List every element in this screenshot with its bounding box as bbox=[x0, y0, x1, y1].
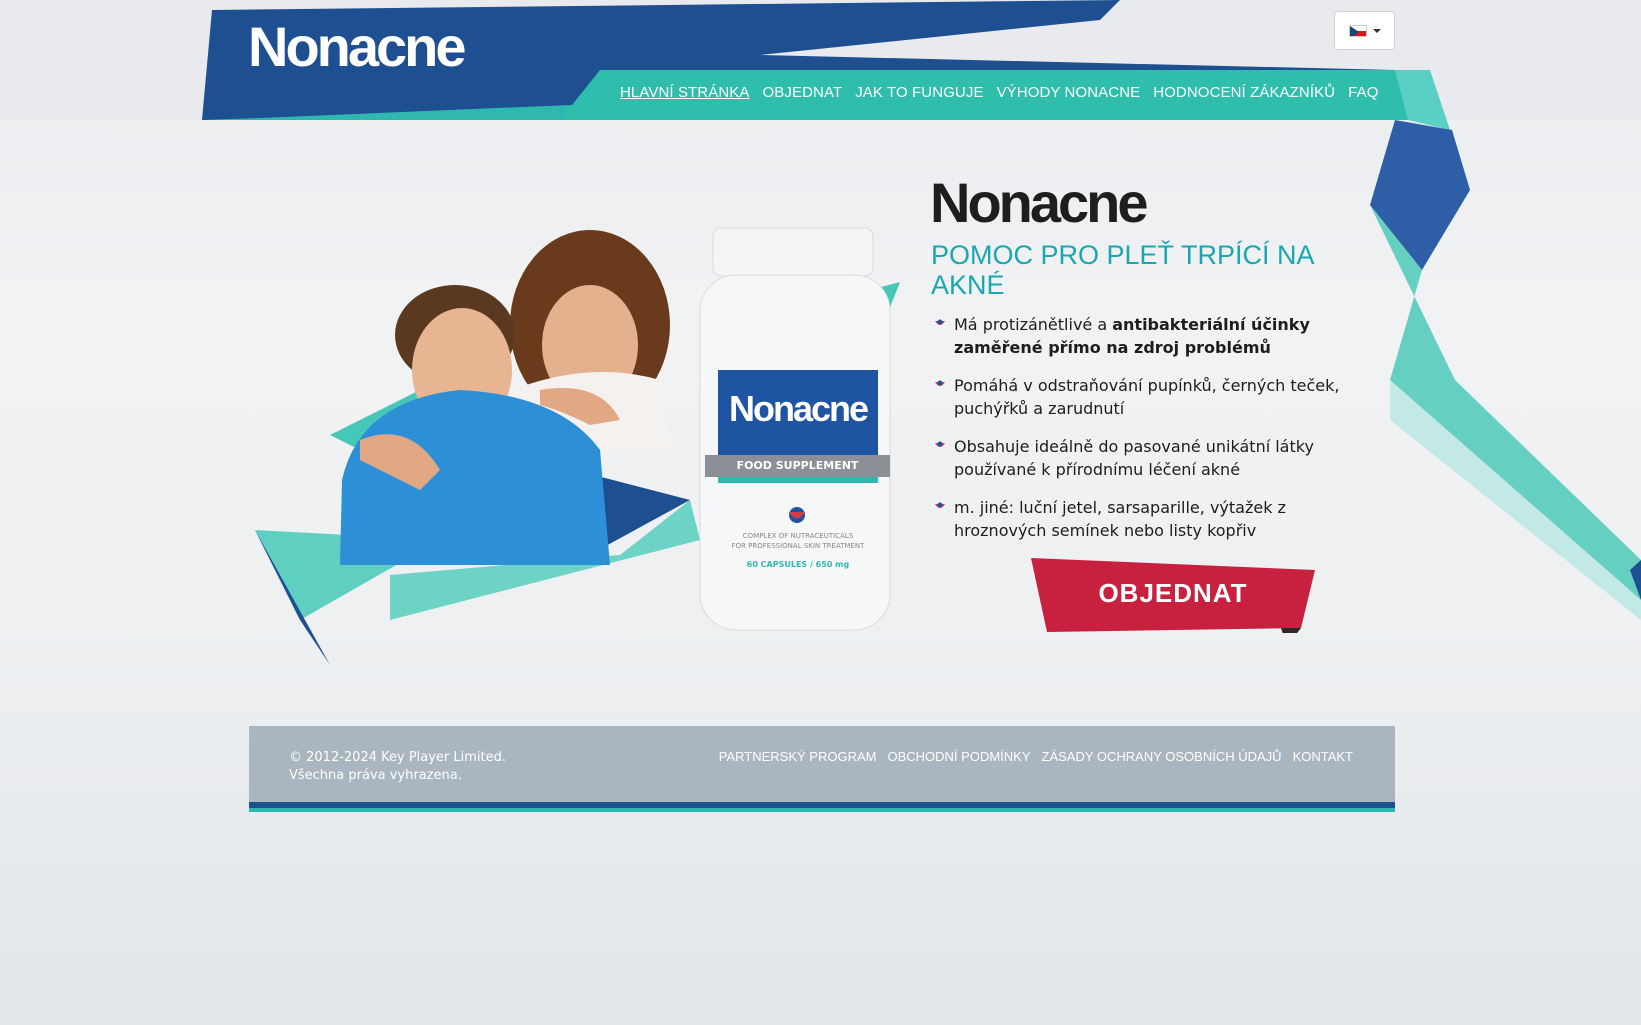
footer-links: PARTNERSKÝ PROGRAM OBCHODNÍ PODMÍNKY ZÁS… bbox=[719, 749, 1353, 764]
bottle-label: Nonacne bbox=[728, 388, 869, 429]
bullet-icon bbox=[935, 502, 945, 508]
feature-text: m. jiné: luční jetel, sarsaparille, výta… bbox=[954, 498, 1286, 540]
site-footer: © 2012-2024 Key Player Limited. Všechna … bbox=[249, 726, 1395, 802]
bullet-icon bbox=[935, 380, 945, 386]
feature-text: Pomáhá v odstraňování pupínků, černých t… bbox=[954, 376, 1340, 418]
list-item: m. jiné: luční jetel, sarsaparille, výta… bbox=[934, 496, 1354, 542]
bottle-desc-2: FOR PROFESSIONAL SKIN TREATMENT bbox=[731, 542, 865, 550]
feature-list: Má protizánětlivé a antibakteriální účin… bbox=[934, 313, 1354, 557]
feature-text: Obsahuje ideálně do pasované unikátní lá… bbox=[954, 437, 1314, 479]
hero-tagline: POMOC PRO PLEŤ TRPÍCÍ NA AKNÉ bbox=[931, 240, 1314, 300]
bottle-band: FOOD SUPPLEMENT bbox=[736, 459, 859, 472]
order-button[interactable]: OBJEDNAT bbox=[1031, 558, 1315, 633]
bottle-desc-1: COMPLEX OF NUTRACEUTICALS bbox=[742, 532, 854, 540]
copyright-line-1: © 2012-2024 Key Player Limited. bbox=[289, 750, 507, 765]
feature-text: Má protizánětlivé a bbox=[954, 315, 1113, 334]
footer-link-partner-program[interactable]: PARTNERSKÝ PROGRAM bbox=[719, 749, 877, 764]
bottle-capsules: 60 CAPSULES / 650 mg bbox=[746, 560, 850, 569]
list-item: Pomáhá v odstraňování pupínků, černých t… bbox=[934, 374, 1354, 420]
list-item: Obsahuje ideálně do pasované unikátní lá… bbox=[934, 435, 1354, 481]
hero-brand-title: Nonacne bbox=[930, 171, 1148, 234]
footer-stripe-teal bbox=[249, 808, 1395, 812]
hero-artwork bbox=[255, 120, 1641, 665]
copyright: © 2012-2024 Key Player Limited. Všechna … bbox=[289, 749, 506, 785]
bullet-icon bbox=[935, 319, 945, 325]
footer-link-privacy[interactable]: ZÁSADY OCHRANY OSOBNÍCH ÚDAJŮ bbox=[1042, 749, 1282, 764]
list-item: Má protizánětlivé a antibakteriální účin… bbox=[934, 313, 1354, 359]
footer-link-contact[interactable]: KONTAKT bbox=[1293, 749, 1353, 764]
bullet-icon bbox=[935, 441, 945, 447]
footer-link-terms[interactable]: OBCHODNÍ PODMÍNKY bbox=[887, 749, 1030, 764]
order-button-label: OBJEDNAT bbox=[1098, 578, 1248, 608]
ribbon-navy-right bbox=[1370, 120, 1470, 270]
copyright-line-2: Všechna práva vyhrazena. bbox=[289, 768, 462, 783]
